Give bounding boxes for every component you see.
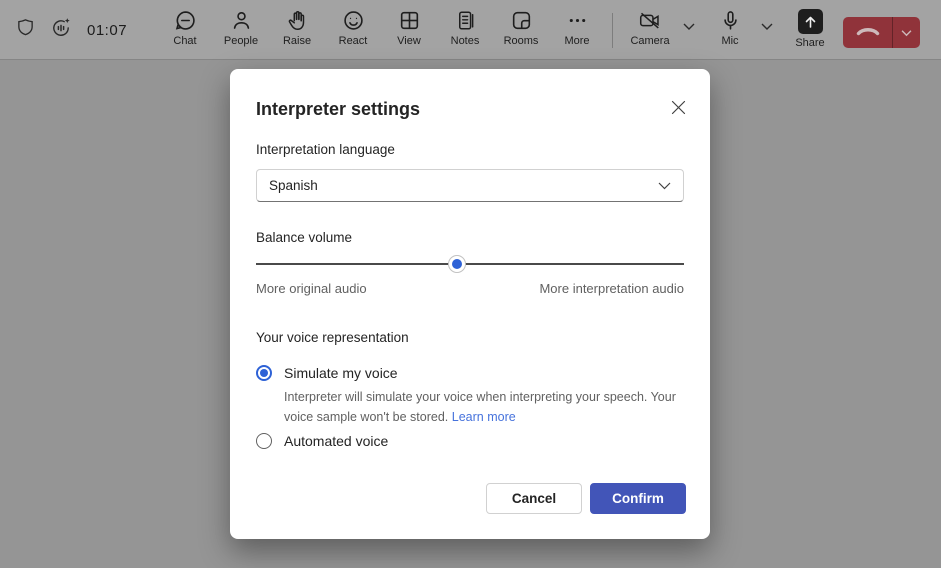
voice-option-simulate[interactable]: Simulate my voice xyxy=(256,365,398,381)
chat-button[interactable]: Chat xyxy=(157,9,213,47)
language-dropdown[interactable]: Spanish xyxy=(256,169,684,202)
close-button[interactable] xyxy=(666,98,690,122)
notes-label: Notes xyxy=(450,35,480,47)
notes-button[interactable]: Notes xyxy=(437,9,493,47)
language-label: Interpretation language xyxy=(256,142,395,157)
more-interpretation-audio-label: More interpretation audio xyxy=(539,281,684,296)
cancel-button[interactable]: Cancel xyxy=(486,483,582,514)
meeting-status-cluster: 01:07 xyxy=(16,0,127,60)
raise-hand-icon xyxy=(286,9,309,32)
balance-label: Balance volume xyxy=(256,230,353,245)
dialog-actions: Cancel Confirm xyxy=(486,483,686,514)
rooms-button[interactable]: Rooms xyxy=(493,9,549,47)
people-label: People xyxy=(223,35,259,47)
view-label: View xyxy=(397,35,421,47)
share-label: Share xyxy=(795,37,825,49)
shield-icon xyxy=(16,17,35,43)
meeting-toolbar: 01:07 Chat People Raise React View Notes… xyxy=(0,0,941,60)
more-button[interactable]: More xyxy=(549,9,605,47)
meeting-timer: 01:07 xyxy=(87,21,128,39)
ai-transcription-icon xyxy=(50,17,72,44)
notes-icon xyxy=(454,9,477,32)
hang-up-button[interactable] xyxy=(843,17,892,48)
balance-endpoint-labels: More original audio More interpretation … xyxy=(256,281,684,296)
view-icon xyxy=(398,9,421,32)
leave-split-button xyxy=(843,17,920,48)
dialog-title: Interpreter settings xyxy=(256,99,421,119)
toolbar-buttons: Chat People Raise React View Notes Rooms… xyxy=(157,9,605,47)
radio-icon[interactable] xyxy=(256,433,272,449)
more-icon xyxy=(566,9,589,32)
react-label: React xyxy=(338,35,368,47)
mic-button[interactable]: Mic xyxy=(710,9,750,47)
chat-icon xyxy=(174,9,197,32)
more-original-audio-label: More original audio xyxy=(256,281,367,296)
av-controls: Camera Mic Share xyxy=(626,9,832,49)
view-button[interactable]: View xyxy=(381,9,437,47)
people-icon xyxy=(230,9,253,32)
chevron-down-icon xyxy=(658,177,671,195)
mic-options-chevron[interactable] xyxy=(758,18,776,36)
close-icon xyxy=(671,100,686,120)
leave-options-chevron[interactable] xyxy=(893,17,920,48)
simulate-voice-description: Interpreter will simulate your voice whe… xyxy=(284,387,684,427)
react-icon xyxy=(342,9,365,32)
toolbar-divider xyxy=(612,13,613,48)
camera-off-icon xyxy=(638,9,662,32)
interpreter-settings-dialog: Interpreter settings Interpretation lang… xyxy=(230,69,710,539)
rooms-icon xyxy=(510,9,533,32)
chat-label: Chat xyxy=(173,35,197,47)
people-button[interactable]: People xyxy=(213,9,269,47)
raise-label: Raise xyxy=(282,35,312,47)
confirm-button[interactable]: Confirm xyxy=(590,483,686,514)
simulate-voice-label: Simulate my voice xyxy=(284,365,398,381)
learn-more-link[interactable]: Learn more xyxy=(452,410,516,424)
mic-icon xyxy=(719,9,742,32)
share-button[interactable]: Share xyxy=(788,9,832,49)
mic-label: Mic xyxy=(721,35,739,47)
voice-option-automated[interactable]: Automated voice xyxy=(256,433,388,449)
hang-up-icon xyxy=(855,24,881,42)
camera-label: Camera xyxy=(630,35,670,47)
balance-slider[interactable] xyxy=(256,255,684,273)
balance-slider-thumb[interactable] xyxy=(448,255,467,273)
share-icon xyxy=(797,9,823,34)
camera-options-chevron[interactable] xyxy=(680,18,698,36)
balance-slider-track[interactable] xyxy=(256,263,684,265)
react-button[interactable]: React xyxy=(325,9,381,47)
language-value: Spanish xyxy=(269,178,318,193)
camera-button[interactable]: Camera xyxy=(626,9,674,47)
rooms-label: Rooms xyxy=(503,35,539,47)
more-label: More xyxy=(564,35,590,47)
automated-voice-label: Automated voice xyxy=(284,433,389,449)
voice-section-label: Your voice representation xyxy=(256,330,409,345)
raise-button[interactable]: Raise xyxy=(269,9,325,47)
radio-icon[interactable] xyxy=(256,365,272,381)
